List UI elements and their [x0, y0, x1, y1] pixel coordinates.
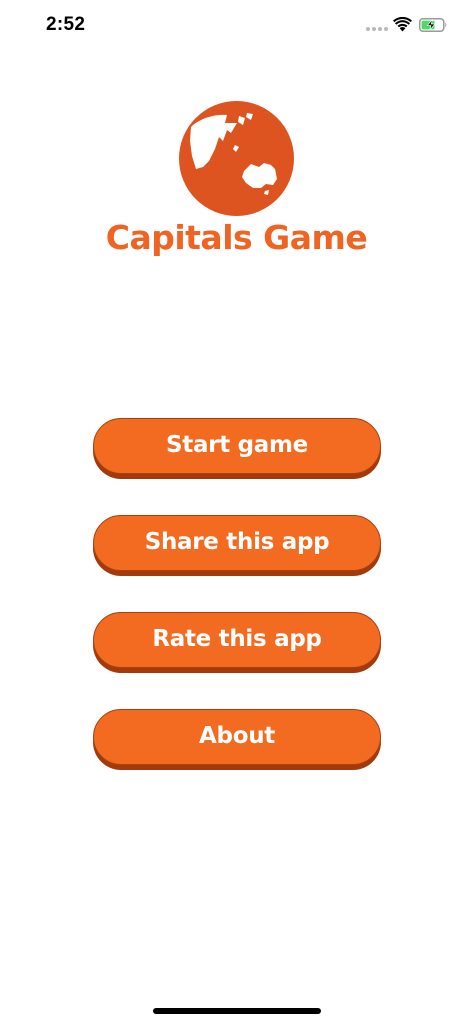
- cellular-signal-icon: [366, 27, 388, 31]
- wifi-icon: [393, 17, 412, 32]
- start-game-button[interactable]: Start game: [93, 418, 381, 474]
- rate-app-button[interactable]: Rate this app: [93, 612, 381, 668]
- status-bar: 2:52: [0, 0, 473, 54]
- globe-icon: [179, 101, 294, 216]
- app-title: Capitals Game: [105, 218, 368, 257]
- share-app-button[interactable]: Share this app: [93, 515, 381, 571]
- battery-charging-icon: [419, 18, 447, 32]
- about-button[interactable]: About: [93, 709, 381, 765]
- home-indicator[interactable]: [153, 1008, 321, 1014]
- status-time: 2:52: [46, 14, 86, 35]
